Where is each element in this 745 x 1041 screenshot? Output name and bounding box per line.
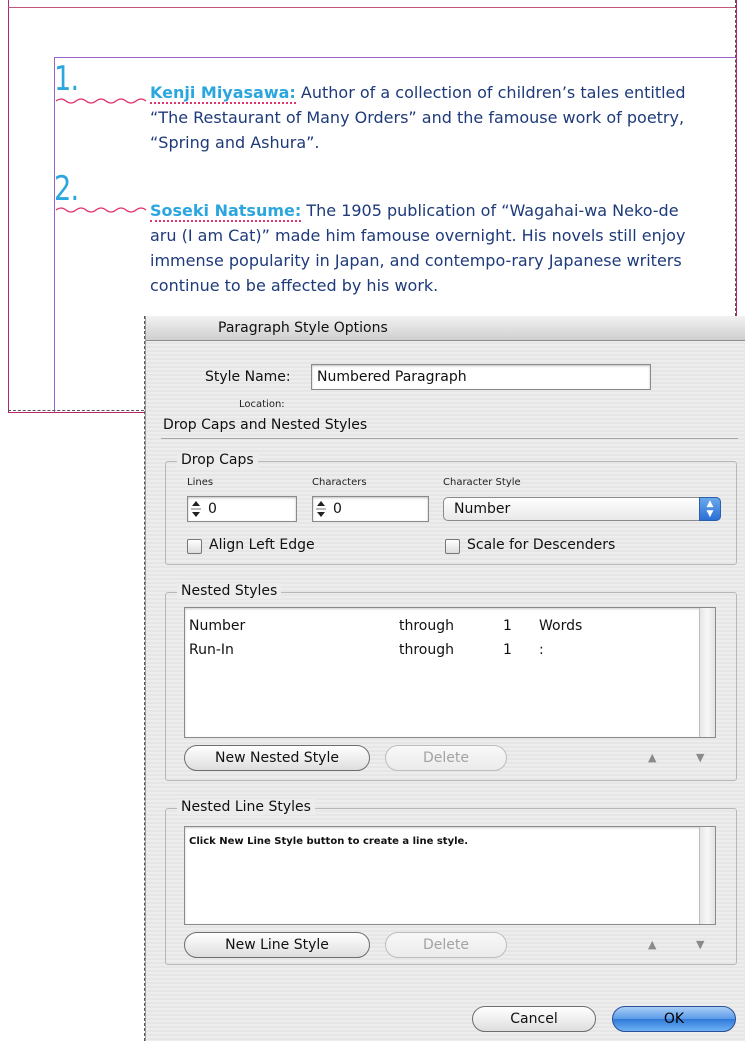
location-label: Location: <box>239 399 285 410</box>
line-style-hint: Click New Line Style button to create a … <box>189 836 469 847</box>
ok-button[interactable]: OK <box>612 1006 736 1032</box>
character-style-select[interactable]: Number ▲ ▼ <box>443 497 721 521</box>
scale-for-descenders-label: Scale for Descenders <box>467 537 616 553</box>
character-style-value: Number <box>454 501 511 517</box>
characters-label: Characters <box>312 477 367 488</box>
align-left-edge-checkbox[interactable] <box>187 539 202 554</box>
new-nested-style-button[interactable]: New Nested Style <box>184 745 370 771</box>
style-cell: Number <box>189 618 246 634</box>
stepper-icon[interactable] <box>190 498 202 520</box>
stepper-icon[interactable] <box>315 498 327 520</box>
drop-caps-title: Drop Caps <box>177 452 258 468</box>
character-style-label: Character Style <box>443 477 521 488</box>
paragraph-1: Kenji Miyasawa: Author of a collection o… <box>150 80 710 155</box>
squiggle-underline-1 <box>56 98 147 104</box>
item-number-2: 2. <box>54 169 79 209</box>
mode-cell: through <box>399 642 455 658</box>
popup-arrows-icon: ▲ ▼ <box>699 497 721 521</box>
style-name-label: Style Name: <box>205 369 291 385</box>
lines-field[interactable]: 0 <box>187 496 297 522</box>
style-name-field[interactable]: Numbered Paragraph <box>311 364 651 390</box>
nested-styles-title: Nested Styles <box>177 583 282 599</box>
section-title: Drop Caps and Nested Styles <box>163 417 368 433</box>
lines-label: Lines <box>187 477 214 488</box>
new-line-style-button[interactable]: New Line Style <box>184 932 370 958</box>
table-row[interactable]: Run-In through 1 : <box>185 636 701 664</box>
count-cell: 1 <box>503 642 512 658</box>
align-left-edge-label: Align Left Edge <box>209 537 315 553</box>
characters-field[interactable]: 0 <box>312 496 429 522</box>
move-up-icon[interactable]: ▲ <box>648 938 656 951</box>
unit-cell: : <box>539 642 544 658</box>
table-row[interactable]: Number through 1 Words <box>185 608 701 636</box>
delete-nested-style-button[interactable]: Delete <box>385 745 507 771</box>
move-down-icon[interactable]: ▼ <box>696 751 704 764</box>
nested-styles-list[interactable]: Number through 1 Words Run-In through 1 … <box>184 607 716 738</box>
nested-styles-scrollbar[interactable] <box>699 608 715 737</box>
nested-line-styles-title: Nested Line Styles <box>177 799 315 815</box>
margin-guide-left <box>54 57 55 412</box>
dialog-title: Paragraph Style Options <box>218 320 388 336</box>
frame-edge-bottom <box>8 410 144 411</box>
style-cell: Run-In <box>189 642 234 658</box>
nested-line-styles-scrollbar[interactable] <box>699 827 715 924</box>
run-in-name: Soseki Natsume: <box>150 201 302 222</box>
paragraph-2: Soseki Natsume: The 1905 publication of … <box>150 198 710 298</box>
dialog-titlebar[interactable]: Paragraph Style Options <box>146 316 745 341</box>
move-down-icon[interactable]: ▼ <box>696 938 704 951</box>
cancel-button[interactable]: Cancel <box>472 1006 596 1032</box>
item-number-1: 1. <box>54 59 79 99</box>
unit-cell: Words <box>539 618 583 634</box>
scale-for-descenders-checkbox[interactable] <box>445 539 460 554</box>
frame-edge-right <box>735 0 736 316</box>
section-separator <box>161 438 738 439</box>
page-top-edge <box>8 7 736 8</box>
move-up-icon[interactable]: ▲ <box>648 751 656 764</box>
squiggle-underline-2 <box>56 207 147 213</box>
margin-guide-top <box>54 57 737 58</box>
mode-cell: through <box>399 618 455 634</box>
nested-line-styles-list[interactable]: Click New Line Style button to create a … <box>184 826 716 925</box>
paragraph-style-options-dialog: Paragraph Style Options Style Name: Numb… <box>145 316 745 1041</box>
delete-line-style-button[interactable]: Delete <box>385 932 507 958</box>
count-cell: 1 <box>503 618 512 634</box>
run-in-name: Kenji Miyasawa: <box>150 83 296 104</box>
